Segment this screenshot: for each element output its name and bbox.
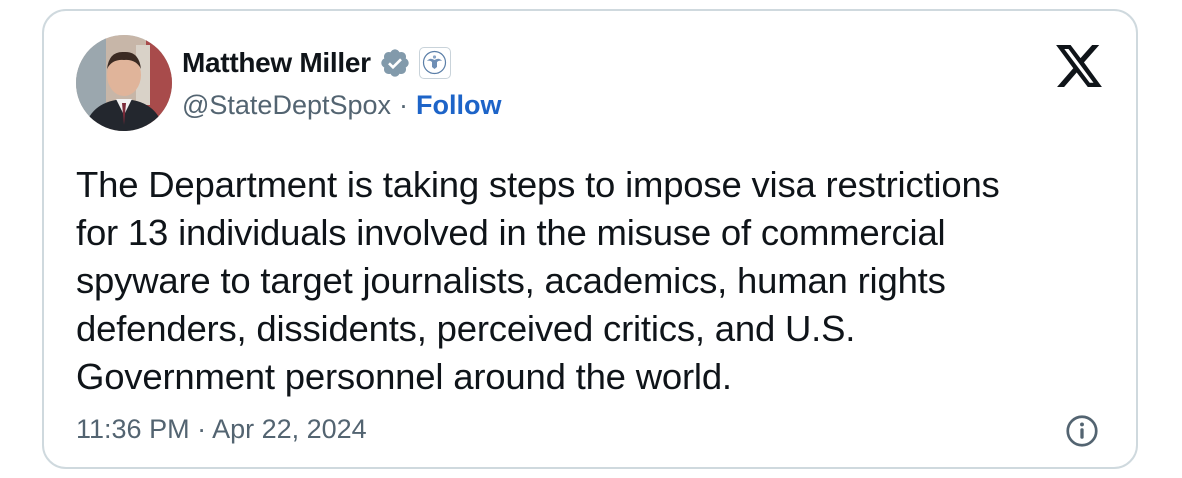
x-logo-icon[interactable] — [1056, 45, 1102, 87]
follow-button[interactable]: Follow — [416, 90, 501, 121]
author-display-name[interactable]: Matthew Miller — [182, 47, 371, 79]
author-name-row: Matthew Miller — [182, 45, 451, 81]
tweet-text: The Department is taking steps to impose… — [76, 161, 1116, 401]
author-handle[interactable]: @StateDeptSpox — [182, 90, 391, 121]
tweet-text-line: spyware to target journalists, academics… — [76, 260, 946, 301]
tweet-text-line: Government personnel around the world. — [76, 356, 732, 397]
author-handle-row: @StateDeptSpox · Follow — [182, 87, 502, 123]
embedded-tweet-card[interactable]: Matthew Miller @StateDeptSpox · Follow T… — [42, 9, 1138, 469]
tweet-text-line: for 13 individuals involved in the misus… — [76, 212, 946, 253]
tweet-timestamp[interactable]: 11:36 PM · Apr 22, 2024 — [76, 414, 367, 445]
tweet-text-line: The Department is taking steps to impose… — [76, 164, 1000, 205]
avatar[interactable] — [76, 35, 172, 131]
verified-badge-icon — [379, 47, 411, 79]
separator-dot: · — [399, 89, 409, 120]
info-icon[interactable] — [1064, 413, 1100, 449]
tweet-text-line: defenders, dissidents, perceived critics… — [76, 308, 856, 349]
state-department-seal-icon[interactable] — [418, 47, 451, 79]
avatar-photo — [76, 35, 172, 131]
